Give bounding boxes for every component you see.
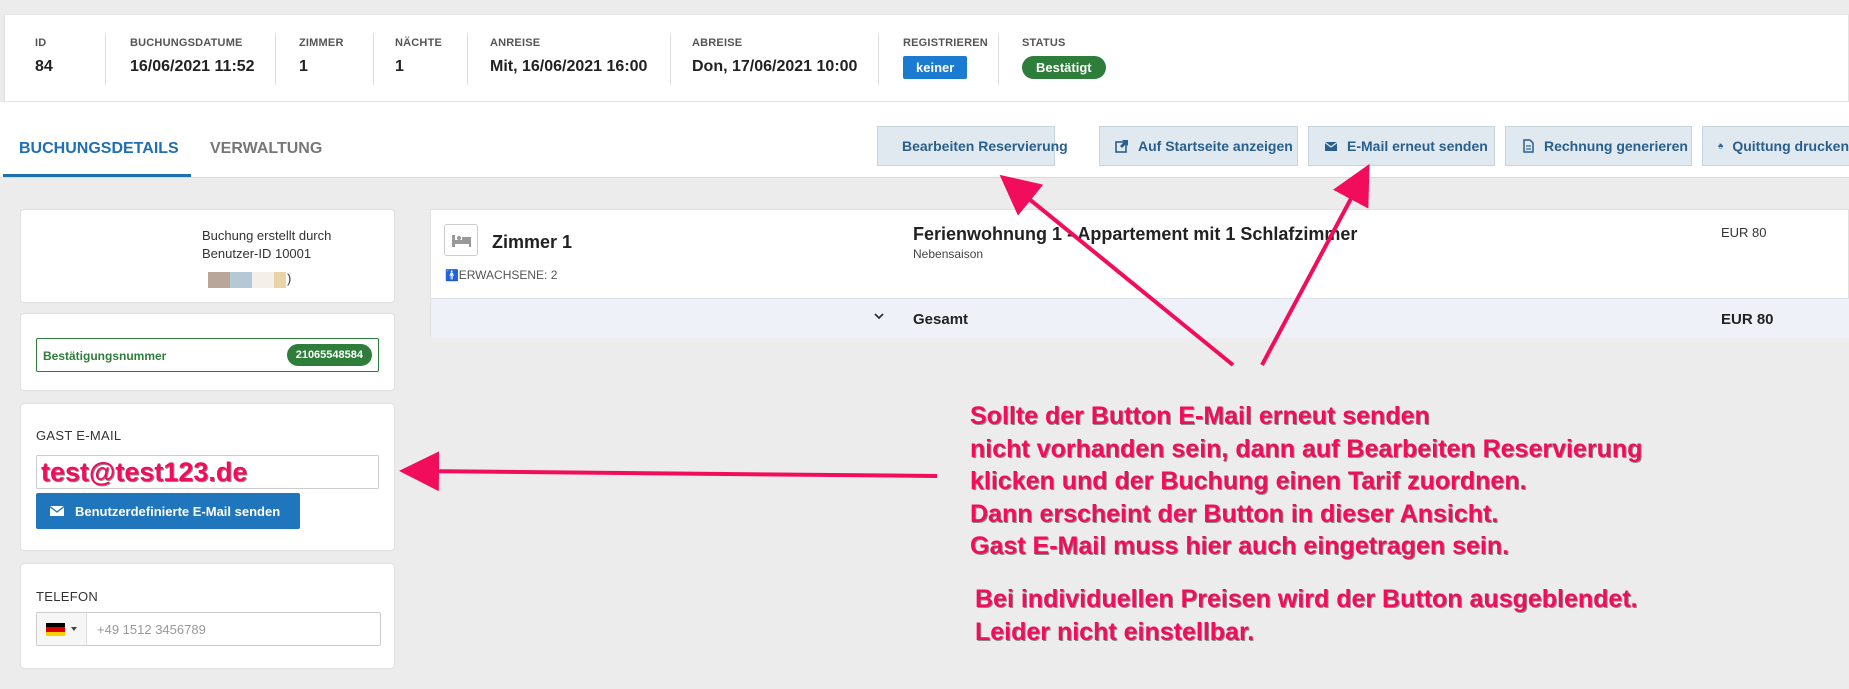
redacted-block bbox=[208, 272, 230, 288]
info-id-label: ID bbox=[35, 37, 47, 49]
created-by-user-id: Benutzer-ID 10001 bbox=[202, 246, 312, 261]
divider bbox=[878, 33, 879, 85]
info-register: REGISTRIEREN keiner bbox=[903, 15, 988, 103]
arrow-to-email-field bbox=[399, 451, 938, 492]
info-arrival: ANREISE Mit, 16/06/2021 16:00 bbox=[490, 15, 647, 103]
annotation-line: Dann erscheint der Button in dieser Ansi… bbox=[970, 499, 1499, 528]
resend-email-button[interactable]: E-Mail erneut senden bbox=[1308, 126, 1495, 166]
caret-down-icon bbox=[71, 627, 77, 631]
room-price: EUR 80 bbox=[1721, 225, 1767, 240]
tab-booking-details[interactable]: BUCHUNGSDETAILS bbox=[19, 140, 179, 158]
confirmation-number: 21065548584 bbox=[286, 344, 372, 366]
annotation-line: nicht vorhanden sein, dann auf Bearbeite… bbox=[970, 434, 1643, 463]
phone-card: TELEFON +49 1512 3456789 bbox=[20, 563, 395, 669]
created-by-card: Buchung erstellt durch Benutzer-ID 10001… bbox=[20, 209, 395, 303]
guest-email-card: GAST E-MAIL test@test123.de Benutzerdefi… bbox=[20, 403, 395, 551]
guest-email-label: GAST E-MAIL bbox=[36, 428, 122, 443]
info-booking-date-label: BUCHUNGSDATUME bbox=[130, 37, 243, 49]
show-on-frontpage-button[interactable]: Auf Startseite anzeigen bbox=[1099, 126, 1298, 166]
print-receipt-label: Quittung drucken bbox=[1732, 138, 1849, 154]
total-label: Gesamt bbox=[913, 311, 969, 328]
chevron-down-icon[interactable] bbox=[874, 311, 884, 321]
apartment-name: Ferienwohnung 1 - Appartement mit 1 Schl… bbox=[913, 224, 1358, 244]
phone-label: TELEFON bbox=[36, 589, 99, 604]
confirmation-box: Bestätigungsnummer 21065548584 bbox=[36, 338, 379, 372]
divider bbox=[373, 33, 374, 85]
annotation-line: Gast E-Mail muss hier auch eingetragen s… bbox=[970, 532, 1510, 560]
room-panel: Zimmer 1 🚹ERWACHSENE: 2 Ferienwohnung 1 … bbox=[430, 209, 1849, 338]
show-on-frontpage-label: Auf Startseite anzeigen bbox=[1138, 138, 1293, 154]
divider bbox=[670, 33, 671, 85]
status-badge: Bestätigt bbox=[1022, 56, 1106, 79]
info-id-value: 84 bbox=[35, 58, 53, 75]
confirmation-label: Bestätigungsnummer bbox=[43, 349, 167, 363]
annotation-note-block: Bei individuellen Preisen wird der Butto… bbox=[975, 583, 1638, 648]
tab-bar: BUCHUNGSDETAILS VERWALTUNG Bearbeiten Re… bbox=[0, 102, 1849, 178]
adults-count: 🚹ERWACHSENE: 2 bbox=[445, 268, 557, 282]
info-nights: NÄCHTE 1 bbox=[395, 15, 442, 103]
print-receipt-button[interactable]: Quittung drucken bbox=[1702, 126, 1849, 166]
person-icon: 🚹 bbox=[445, 270, 459, 282]
info-nights-value: 1 bbox=[395, 58, 404, 75]
resend-email-label: E-Mail erneut senden bbox=[1347, 138, 1488, 154]
info-arrival-value: Mit, 16/06/2021 16:00 bbox=[490, 58, 648, 75]
country-selector[interactable] bbox=[37, 613, 87, 645]
envelope-icon bbox=[1324, 142, 1338, 151]
info-status-label: STATUS bbox=[1022, 37, 1066, 49]
created-by-suffix: ) bbox=[287, 271, 292, 286]
guest-email-input[interactable]: test@test123.de bbox=[36, 455, 379, 489]
info-departure-value: Don, 17/06/2021 10:00 bbox=[692, 58, 858, 75]
info-booking-date-value: 16/06/2021 11:52 bbox=[130, 58, 255, 75]
annotation-line: klicken und der Buchung einen Tarif zuor… bbox=[970, 467, 1527, 495]
info-booking-date: BUCHUNGSDATUME 16/06/2021 11:52 bbox=[130, 15, 255, 103]
info-rooms-value: 1 bbox=[299, 58, 308, 75]
edit-reservation-label: Bearbeiten Reservierung bbox=[902, 138, 1068, 154]
edit-reservation-button[interactable]: Bearbeiten Reservierung bbox=[877, 126, 1068, 166]
tab-management[interactable]: VERWALTUNG bbox=[210, 140, 322, 158]
divider bbox=[998, 33, 999, 85]
info-arrival-label: ANREISE bbox=[490, 37, 541, 49]
divider bbox=[467, 33, 468, 85]
divider bbox=[105, 33, 106, 85]
redacted-block bbox=[252, 272, 274, 288]
register-badge[interactable]: keiner bbox=[903, 56, 968, 79]
info-nights-label: NÄCHTE bbox=[395, 37, 443, 49]
document-icon bbox=[1523, 139, 1534, 153]
printer-icon bbox=[1718, 143, 1723, 149]
info-rooms-label: ZIMMER bbox=[299, 37, 344, 49]
total-row[interactable]: Gesamt EUR 80 bbox=[431, 298, 1849, 338]
info-id: ID 84 bbox=[35, 15, 53, 103]
envelope-icon bbox=[50, 505, 64, 516]
booking-info-bar: ID 84 BUCHUNGSDATUME 16/06/2021 11:52 ZI… bbox=[4, 14, 1849, 102]
external-link-icon bbox=[1115, 140, 1128, 153]
phone-placeholder: +49 1512 3456789 bbox=[97, 622, 206, 637]
total-value: EUR 80 bbox=[1721, 311, 1774, 328]
info-status: STATUS Bestätigt bbox=[1022, 15, 1106, 103]
annotation-line: Bei individuellen Preisen wird der Butto… bbox=[975, 585, 1638, 613]
info-register-label: REGISTRIEREN bbox=[903, 37, 988, 49]
germany-flag-icon bbox=[46, 623, 65, 636]
room-name: Zimmer 1 bbox=[492, 232, 573, 252]
generate-invoice-label: Rechnung generieren bbox=[1544, 138, 1688, 154]
annotation-text-block: Sollte der Button E-Mail erneut senden n… bbox=[970, 400, 1642, 563]
send-custom-email-button[interactable]: Benutzerdefinierte E-Mail senden bbox=[36, 493, 300, 529]
redacted-block bbox=[274, 272, 286, 288]
adults-text: ERWACHSENE: 2 bbox=[458, 268, 558, 282]
confirmation-card: Bestätigungsnummer 21065548584 bbox=[20, 313, 395, 391]
guest-email-value: test@test123.de bbox=[41, 457, 248, 487]
bed-icon bbox=[444, 224, 478, 256]
generate-invoice-button[interactable]: Rechnung generieren bbox=[1505, 126, 1692, 166]
info-rooms: ZIMMER 1 bbox=[299, 15, 344, 103]
send-custom-email-label: Benutzerdefinierte E-Mail senden bbox=[75, 503, 281, 519]
divider bbox=[275, 33, 276, 85]
info-departure-label: ABREISE bbox=[692, 37, 743, 49]
annotation-line: Sollte der Button E-Mail erneut senden bbox=[970, 402, 1430, 430]
phone-input[interactable]: +49 1512 3456789 bbox=[36, 612, 381, 646]
active-tab-indicator bbox=[3, 174, 191, 177]
season: Nebensaison bbox=[913, 247, 984, 261]
redacted-block bbox=[230, 272, 252, 288]
annotation-line: Leider nicht einstellbar. bbox=[975, 617, 1255, 646]
info-departure: ABREISE Don, 17/06/2021 10:00 bbox=[692, 15, 857, 103]
created-by-text: Buchung erstellt durch bbox=[202, 228, 332, 243]
